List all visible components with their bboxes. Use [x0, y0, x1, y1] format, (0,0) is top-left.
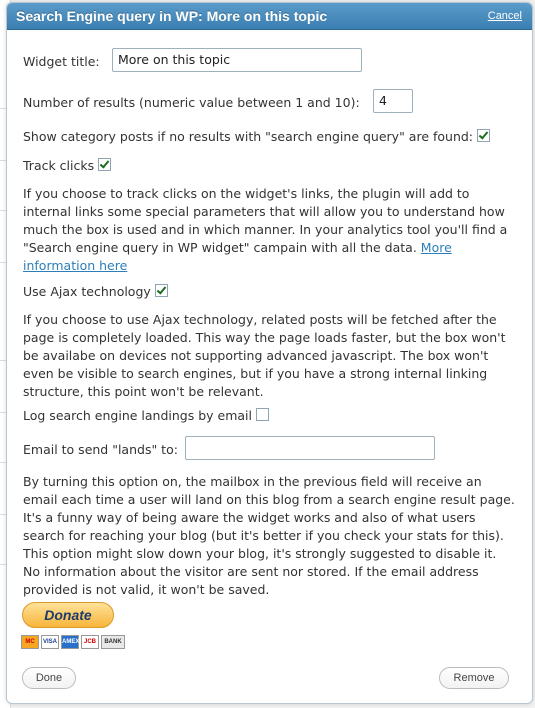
ajax-description: If you choose to use Ajax technology, re… [23, 312, 506, 399]
bank-icon: BANK [101, 635, 125, 649]
track-clicks-row: Track clicks [23, 158, 112, 173]
email-input[interactable] [185, 436, 435, 460]
show-category-checkbox[interactable] [477, 129, 491, 142]
track-clicks-label: Track clicks [23, 158, 95, 173]
donate-button[interactable]: Donate [22, 602, 114, 628]
amex-icon: AMEX [61, 635, 79, 649]
track-clicks-checkbox[interactable] [98, 158, 112, 171]
cancel-link[interactable]: Cancel [488, 10, 522, 22]
ajax-row: Use Ajax technology [23, 284, 168, 299]
done-button[interactable]: Done [22, 667, 76, 689]
widget-title-input[interactable]: More on this topic [112, 48, 362, 72]
jcb-icon: JCB [81, 635, 99, 649]
dialog-title: Search Engine query in WP: More on this … [16, 8, 328, 24]
remove-button[interactable]: Remove [439, 667, 509, 689]
ajax-label: Use Ajax technology [23, 284, 151, 299]
visa-icon: VISA [41, 635, 59, 649]
num-results-label: Number of results (numeric value between… [23, 95, 360, 110]
show-category-row: Show category posts if no results with "… [23, 129, 491, 144]
log-landings-checkbox[interactable] [256, 408, 269, 421]
widget-title-label: Widget title: [23, 54, 100, 69]
log-landings-row: Log search engine landings by email [23, 408, 269, 423]
show-category-label: Show category posts if no results with "… [23, 129, 474, 144]
log-landings-label: Log search engine landings by email [23, 408, 252, 423]
email-label: Email to send "lands" to: [23, 442, 178, 457]
email-description: By turning this option on, the mailbox i… [23, 474, 515, 597]
num-results-input[interactable]: 4 [373, 89, 413, 113]
ajax-checkbox[interactable] [154, 284, 168, 297]
widget-settings-dialog: Search Engine query in WP: More on this … [6, 2, 533, 704]
track-clicks-description: If you choose to track clicks on the wid… [23, 185, 515, 275]
mastercard-icon: MC [21, 635, 39, 649]
dialog-titlebar: Search Engine query in WP: More on this … [7, 3, 532, 30]
